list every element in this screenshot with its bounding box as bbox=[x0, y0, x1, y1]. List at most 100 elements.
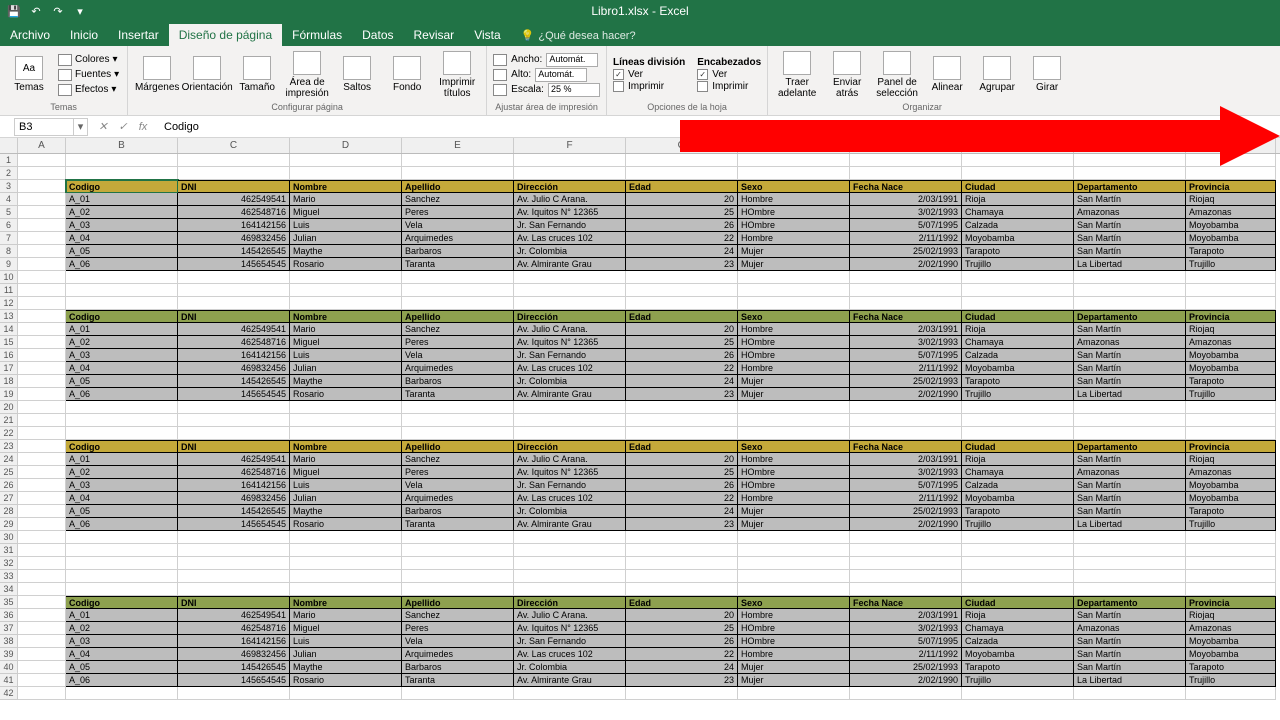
cell[interactable] bbox=[178, 687, 290, 700]
row-header[interactable]: 15 bbox=[0, 336, 18, 349]
cell[interactable] bbox=[66, 531, 178, 544]
worksheet-grid[interactable]: ABCDEFGHIJKL 123CodigoDNINombreApellidoD… bbox=[0, 138, 1280, 720]
name-box[interactable]: B3 bbox=[14, 118, 74, 136]
cell[interactable]: San Martín bbox=[1074, 505, 1186, 518]
cell[interactable]: Trujillo bbox=[1186, 258, 1276, 271]
gridlines-view-checkbox[interactable]: ✓Ver bbox=[613, 69, 685, 80]
cell[interactable]: Taranta bbox=[402, 518, 514, 531]
cell[interactable]: Taranta bbox=[402, 388, 514, 401]
cell[interactable]: 469832456 bbox=[178, 492, 290, 505]
cell[interactable] bbox=[18, 544, 66, 557]
tamano-button[interactable]: Tamaño bbox=[234, 56, 280, 93]
cell[interactable]: Dirección bbox=[514, 180, 626, 193]
cell[interactable]: Vela bbox=[402, 479, 514, 492]
rotate-button[interactable]: Girar bbox=[1024, 56, 1070, 93]
table-row[interactable]: 18A_05145426545MaytheBarbarosJr. Colombi… bbox=[0, 375, 1280, 388]
cell[interactable]: HOmbre bbox=[738, 635, 850, 648]
cell[interactable] bbox=[18, 453, 66, 466]
cell[interactable] bbox=[626, 414, 738, 427]
cell[interactable]: Hombre bbox=[738, 232, 850, 245]
row-header[interactable]: 10 bbox=[0, 271, 18, 284]
cell[interactable]: Av. Almirante Grau bbox=[514, 258, 626, 271]
cell[interactable] bbox=[178, 414, 290, 427]
cell[interactable] bbox=[1186, 284, 1276, 297]
cell[interactable] bbox=[738, 570, 850, 583]
row-header[interactable]: 2 bbox=[0, 167, 18, 180]
cell[interactable] bbox=[738, 414, 850, 427]
cell[interactable] bbox=[18, 557, 66, 570]
cell[interactable]: Mujer bbox=[738, 674, 850, 687]
cell[interactable]: Av. Julio C Arana. bbox=[514, 609, 626, 622]
cell[interactable]: Jr. San Fernando bbox=[514, 349, 626, 362]
width-input[interactable]: Automát. bbox=[546, 53, 598, 67]
cell[interactable]: 2/03/1991 bbox=[850, 453, 962, 466]
cell[interactable]: 145654545 bbox=[178, 388, 290, 401]
cell[interactable] bbox=[514, 154, 626, 167]
cell[interactable]: Amazonas bbox=[1074, 466, 1186, 479]
cell[interactable]: 25/02/1993 bbox=[850, 505, 962, 518]
cell[interactable]: 5/07/1995 bbox=[850, 349, 962, 362]
cell[interactable]: Luis bbox=[290, 635, 402, 648]
save-icon[interactable]: 💾 bbox=[6, 3, 22, 19]
select-all-corner[interactable] bbox=[0, 138, 18, 153]
cell[interactable]: Av. Almirante Grau bbox=[514, 388, 626, 401]
cell[interactable]: Nombre bbox=[290, 440, 402, 453]
cell[interactable] bbox=[850, 427, 962, 440]
cell[interactable]: Ciudad bbox=[962, 596, 1074, 609]
cell[interactable]: Nombre bbox=[290, 310, 402, 323]
cell[interactable]: Moyobamba bbox=[1186, 492, 1276, 505]
cell[interactable] bbox=[18, 570, 66, 583]
cell[interactable] bbox=[290, 583, 402, 596]
cell[interactable] bbox=[402, 401, 514, 414]
cell[interactable]: Calzada bbox=[962, 479, 1074, 492]
headings-print-checkbox[interactable]: Imprimir bbox=[697, 81, 761, 92]
table-row[interactable]: 13CodigoDNINombreApellidoDirecciónEdadSe… bbox=[0, 310, 1280, 323]
cell[interactable]: A_04 bbox=[66, 232, 178, 245]
cell[interactable]: Jr. San Fernando bbox=[514, 479, 626, 492]
cell[interactable]: A_02 bbox=[66, 466, 178, 479]
cell[interactable]: San Martín bbox=[1074, 609, 1186, 622]
cell[interactable] bbox=[850, 271, 962, 284]
cell[interactable] bbox=[18, 427, 66, 440]
cell[interactable] bbox=[18, 505, 66, 518]
name-box-dropdown[interactable]: ▾ bbox=[74, 118, 88, 136]
cell[interactable]: Moyobamba bbox=[1186, 362, 1276, 375]
cell[interactable] bbox=[18, 648, 66, 661]
cell[interactable]: Mario bbox=[290, 453, 402, 466]
cell[interactable] bbox=[18, 596, 66, 609]
cell[interactable] bbox=[402, 297, 514, 310]
cell[interactable]: Arquimedes bbox=[402, 232, 514, 245]
cell[interactable]: Av. Iquitos N° 12365 bbox=[514, 336, 626, 349]
cell[interactable]: HOmbre bbox=[738, 349, 850, 362]
cell[interactable]: La Libertad bbox=[1074, 388, 1186, 401]
cell[interactable] bbox=[66, 557, 178, 570]
cell[interactable]: Jr. San Fernando bbox=[514, 635, 626, 648]
cell[interactable]: Trujillo bbox=[962, 258, 1074, 271]
cell[interactable]: Tarapoto bbox=[1186, 245, 1276, 258]
cell[interactable]: Barbaros bbox=[402, 375, 514, 388]
cell[interactable]: DNI bbox=[178, 310, 290, 323]
cell[interactable] bbox=[18, 310, 66, 323]
area-button[interactable]: Área de impresión bbox=[284, 51, 330, 99]
cell[interactable]: Mujer bbox=[738, 258, 850, 271]
table-row[interactable]: 41A_06145654545RosarioTarantaAv. Almiran… bbox=[0, 674, 1280, 687]
cell[interactable]: Av. Iquitos N° 12365 bbox=[514, 622, 626, 635]
cell[interactable]: Amazonas bbox=[1186, 206, 1276, 219]
table-row[interactable]: 15A_02462548716MiguelPeresAv. Iquitos N°… bbox=[0, 336, 1280, 349]
cell[interactable] bbox=[626, 531, 738, 544]
cell[interactable]: San Martín bbox=[1074, 375, 1186, 388]
table-row[interactable]: 22 bbox=[0, 427, 1280, 440]
cell[interactable]: Sanchez bbox=[402, 609, 514, 622]
cell[interactable] bbox=[402, 414, 514, 427]
cell[interactable]: A_05 bbox=[66, 375, 178, 388]
cell[interactable]: A_06 bbox=[66, 674, 178, 687]
cell[interactable]: 24 bbox=[626, 661, 738, 674]
cell[interactable]: 22 bbox=[626, 232, 738, 245]
cell[interactable]: Trujillo bbox=[1186, 518, 1276, 531]
cell[interactable]: Peres bbox=[402, 466, 514, 479]
cell[interactable]: San Martín bbox=[1074, 648, 1186, 661]
cell[interactable]: Chamaya bbox=[962, 622, 1074, 635]
table-row[interactable]: 28A_05145426545MaytheBarbarosJr. Colombi… bbox=[0, 505, 1280, 518]
cell[interactable] bbox=[66, 570, 178, 583]
cell[interactable]: 2/11/1992 bbox=[850, 362, 962, 375]
